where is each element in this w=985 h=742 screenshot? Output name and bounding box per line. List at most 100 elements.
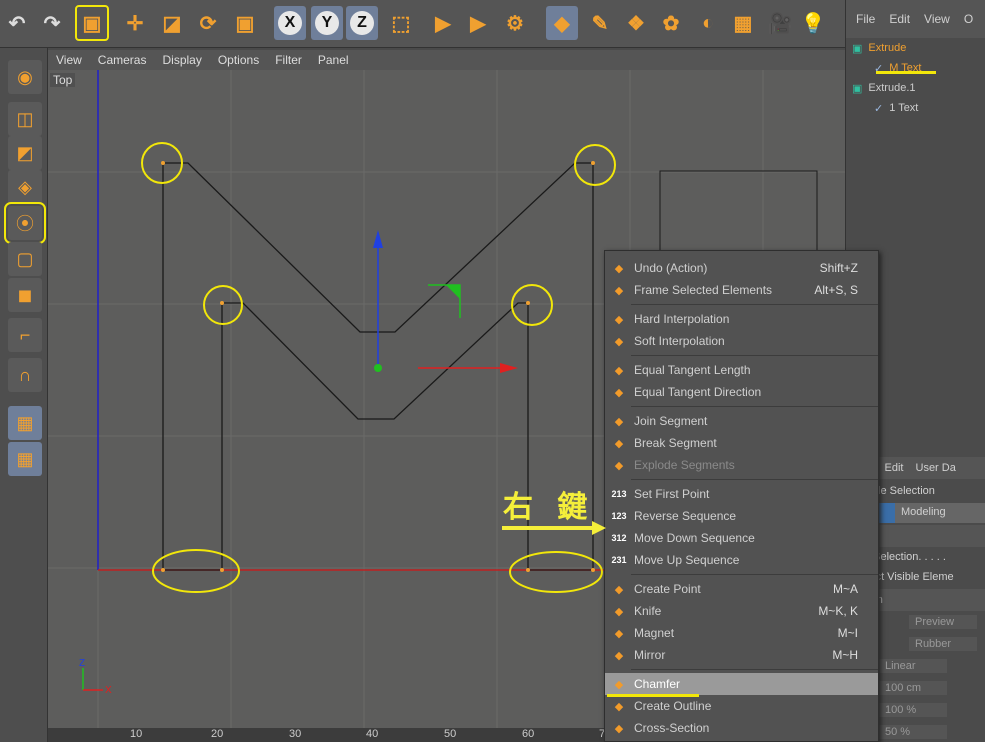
x-handle-arrow[interactable] xyxy=(500,363,518,373)
menu-item-equal-tangent-length[interactable]: ◆ Equal Tangent Length xyxy=(605,359,878,381)
main-toolbar: ↶ ↷ ▣ ✛ ◪ ⟳ ▣ X Y Z ⬚ ▶ ▶ ⚙ ◆ ✎ ❖ ✿ ◐ ▦ 🎥 💡 xyxy=(0,0,845,48)
break-icon: ◆ xyxy=(614,437,624,450)
menu-item-shortcut: M~K, K xyxy=(818,604,858,618)
texture-mode-button[interactable]: ◩ xyxy=(8,136,42,170)
menu-item-label: Reverse Sequence xyxy=(634,509,737,523)
menu-item-knife[interactable]: ◆ Knife M~K, K xyxy=(605,600,878,622)
live-selection-button[interactable]: ▣ xyxy=(75,5,109,41)
menu-item-move-up-sequence[interactable]: 231 Move Up Sequence xyxy=(605,549,878,571)
menu-item-mirror[interactable]: ◆ Mirror M~H xyxy=(605,644,878,666)
subdivision-icon: ❖ xyxy=(627,12,645,35)
menu-item-create-outline[interactable]: ◆ Create Outline xyxy=(605,695,878,717)
menu-item-equal-tangent-direction[interactable]: ◆ Equal Tangent Direction xyxy=(605,381,878,403)
menu-item-create-point[interactable]: ◆ Create Point M~A xyxy=(605,578,878,600)
object-menu-file[interactable]: File xyxy=(856,12,875,26)
light-button[interactable]: 💡 xyxy=(797,6,829,40)
object-row[interactable]: ✓ 1 Text xyxy=(846,98,985,118)
undo-button[interactable]: ↶ xyxy=(1,6,33,40)
subdivision-button[interactable]: ❖ xyxy=(620,6,652,40)
render-view-button[interactable]: ▶ xyxy=(427,6,459,40)
cube-button[interactable]: ◆ xyxy=(546,6,578,40)
pen-spline-button[interactable]: ✎ xyxy=(584,6,616,40)
render-picture-viewer-button[interactable]: ▶ xyxy=(462,6,494,40)
object-row[interactable]: ▣ Extrude xyxy=(846,38,985,58)
menu-item-undo-action[interactable]: ◆ Undo (Action) Shift+Z xyxy=(605,257,878,279)
knife-icon: ◆ xyxy=(614,605,624,618)
floor-button[interactable]: ▦ xyxy=(727,6,759,40)
workplane-mode-button[interactable]: ◈ xyxy=(8,170,42,204)
object-name: Extrude.1 xyxy=(868,82,916,94)
menu-item-reverse-sequence[interactable]: 123 Reverse Sequence xyxy=(605,505,878,527)
last-tool-button[interactable]: ▣ xyxy=(229,6,261,40)
viewport-menu-cameras[interactable]: Cameras xyxy=(98,53,147,67)
field-value[interactable]: 100 % xyxy=(879,703,947,717)
object-row[interactable]: ✓ M Text xyxy=(846,58,985,78)
menu-item-move-down-sequence[interactable]: 312 Move Down Sequence xyxy=(605,527,878,549)
menu-item-shortcut: M~H xyxy=(832,648,858,662)
redo-button[interactable]: ↷ xyxy=(36,6,68,40)
y-handle-arrow[interactable] xyxy=(373,230,383,248)
ruler-tick: 40 xyxy=(366,728,379,740)
axis-mode-button[interactable]: ⌐ xyxy=(8,318,42,352)
menu-item-label: Knife xyxy=(634,604,662,618)
viewport-menu-display[interactable]: Display xyxy=(162,53,201,67)
viewport-menu-view[interactable]: View xyxy=(56,53,82,67)
world-coordinates-icon: ⬚ xyxy=(391,12,411,35)
solo-rotate-button[interactable]: ▦ xyxy=(8,442,42,476)
world-coordinates-button[interactable]: ⬚ xyxy=(385,6,417,40)
array-button[interactable]: ✿ xyxy=(655,6,687,40)
z-axis-lock-button[interactable]: Z xyxy=(346,6,378,40)
model-mode-button[interactable]: ◫ xyxy=(8,102,42,136)
attribute-menu-item[interactable]: User Da xyxy=(916,462,956,474)
workplane-mode-icon: ◈ xyxy=(18,176,32,197)
solo-lock-button[interactable]: ▦ xyxy=(8,406,42,440)
viewport-menu-options[interactable]: Options xyxy=(218,53,259,67)
plane-handle-fill[interactable] xyxy=(446,285,460,299)
polygons-mode-button[interactable]: ◼ xyxy=(8,278,42,312)
menu-item-break-segment[interactable]: ◆ Break Segment xyxy=(605,432,878,454)
menu-item-label: Soft Interpolation xyxy=(634,334,725,348)
menu-item-label: Create Outline xyxy=(634,699,712,713)
move-button[interactable]: ✛ xyxy=(119,6,151,40)
object-menu-edit[interactable]: Edit xyxy=(889,12,910,26)
z-handle[interactable] xyxy=(374,364,382,372)
tab-modeling[interactable]: Modeling xyxy=(895,503,985,523)
menu-item-magnet[interactable]: ◆ Magnet M~I xyxy=(605,622,878,644)
join-icon: ◆ xyxy=(614,415,624,428)
viewport-menu-filter[interactable]: Filter xyxy=(275,53,302,67)
menu-item-label: Hard Interpolation xyxy=(634,312,730,326)
y-axis-lock-button[interactable]: Y xyxy=(311,6,343,40)
object-menu-view[interactable]: View xyxy=(924,12,950,26)
field-value[interactable]: Preview xyxy=(909,615,977,629)
menu-item-set-first-point[interactable]: 213 Set First Point xyxy=(605,483,878,505)
field-value[interactable]: 100 cm xyxy=(879,681,947,695)
points-mode-button[interactable]: ⦿ xyxy=(4,202,46,244)
camera-button[interactable]: 🎥 xyxy=(764,6,796,40)
menu-item-label: Frame Selected Elements xyxy=(634,283,773,297)
menu-item-frame-selected-elements[interactable]: ◆ Frame Selected Elements Alt+S, S xyxy=(605,279,878,301)
world-axis-gizmo: Z X xyxy=(79,658,112,696)
rotate-button[interactable]: ⟳ xyxy=(192,6,224,40)
menu-item-soft-interpolation[interactable]: ◆ Soft Interpolation xyxy=(605,330,878,352)
object-menu-o[interactable]: O xyxy=(964,12,973,26)
make-editable-button[interactable]: ◉ xyxy=(8,60,42,94)
field-value[interactable]: Rubber xyxy=(909,637,977,651)
scale-button[interactable]: ◪ xyxy=(156,6,188,40)
explode-icon: ◆ xyxy=(614,459,624,472)
render-settings-button[interactable]: ⚙ xyxy=(499,6,531,40)
attribute-menu-item[interactable]: Edit xyxy=(885,462,904,474)
deformer-button[interactable]: ◐ xyxy=(692,6,724,40)
menu-item-join-segment[interactable]: ◆ Join Segment xyxy=(605,410,878,432)
menu-item-hard-interpolation[interactable]: ◆ Hard Interpolation xyxy=(605,308,878,330)
x-axis-lock-button[interactable]: X xyxy=(274,6,306,40)
viewport-menu-panel[interactable]: Panel xyxy=(318,53,349,67)
ruler-tick: 10 xyxy=(130,728,143,740)
menu-item-cross-section[interactable]: ◆ Cross-Section xyxy=(605,717,878,739)
field-value[interactable]: 50 % xyxy=(879,725,947,739)
object-row[interactable]: ▣ Extrude.1 xyxy=(846,78,985,98)
snap-button[interactable]: ∩ xyxy=(8,358,42,392)
field-value[interactable]: Linear xyxy=(879,659,947,673)
cross-section-icon: ◆ xyxy=(614,722,624,735)
edges-mode-button[interactable]: ▢ xyxy=(8,242,42,276)
menu-item-chamfer[interactable]: ◆ Chamfer xyxy=(605,673,878,695)
